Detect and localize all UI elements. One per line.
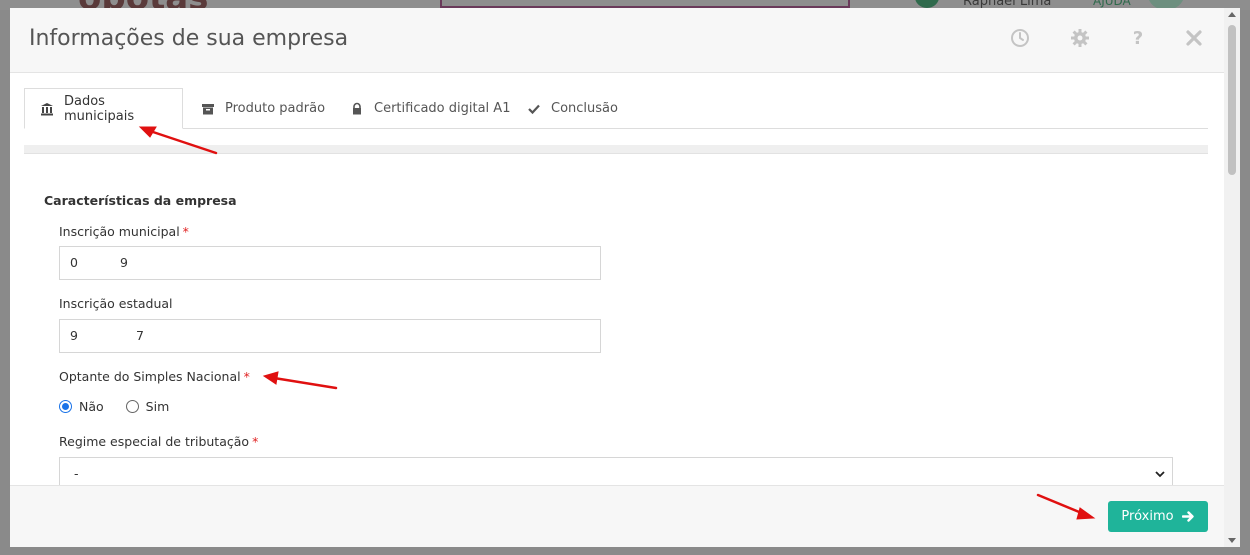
company-info-modal: Informações de sua empresa ? Dados munic…	[10, 8, 1224, 547]
lock-icon	[350, 102, 364, 116]
page-scrollbar[interactable]	[1224, 8, 1240, 547]
inscricao-municipal-label: Inscrição municipal *	[59, 224, 189, 239]
modal-footer: Próximo	[10, 485, 1224, 547]
tab-conclusao[interactable]: Conclusão	[512, 88, 633, 129]
tab-label: Produto padrão	[225, 101, 326, 116]
tab-label: Conclusão	[551, 101, 618, 116]
radio-nao[interactable]	[59, 400, 72, 413]
modal-title: Informações de sua empresa	[29, 26, 349, 51]
user-avatar	[915, 0, 939, 8]
inscricao-estadual-label: Inscrição estadual	[59, 296, 173, 311]
modal-body: Dados municipais Produto padrão Certific…	[10, 74, 1224, 485]
arrow-right-icon	[1181, 511, 1194, 522]
next-button[interactable]: Próximo	[1108, 501, 1208, 532]
tab-label: Dados municipais	[64, 93, 135, 124]
gear-icon[interactable]	[1069, 28, 1091, 50]
close-icon[interactable]	[1183, 28, 1205, 50]
inscricao-estadual-input[interactable]: 97	[59, 319, 601, 353]
check-icon	[527, 102, 541, 116]
tab-produto-padrao[interactable]: Produto padrão	[186, 88, 340, 129]
radio-option-nao[interactable]: Não	[59, 399, 104, 414]
radio-sim[interactable]	[125, 400, 139, 413]
regime-especial-label: Regime especial de tributação *	[59, 434, 259, 449]
wizard-progress-bar	[24, 145, 1208, 154]
selected-option: -	[74, 466, 79, 481]
archive-icon	[201, 102, 215, 116]
scroll-up-arrow[interactable]	[1228, 12, 1236, 17]
city-selector: "ALFARETINHO"	[440, 0, 850, 8]
inscricao-municipal-input[interactable]: 09	[59, 246, 601, 280]
radio-option-sim[interactable]: Sim	[125, 399, 169, 414]
scroll-down-arrow[interactable]	[1228, 538, 1236, 543]
history-icon[interactable]	[1009, 28, 1031, 50]
simples-nacional-radio-group: Não Sim	[59, 399, 191, 414]
help-link: AJUDA	[1093, 0, 1131, 8]
tab-label: Certificado digital A1	[374, 101, 511, 116]
regime-especial-select[interactable]: -	[59, 457, 1173, 485]
question-icon[interactable]: ?	[1127, 28, 1149, 50]
wizard-tabs: Dados municipais Produto padrão Certific…	[24, 88, 1208, 129]
tab-dados-municipais[interactable]: Dados municipais	[24, 88, 183, 129]
required-marker: *	[252, 434, 259, 449]
chevron-down-icon	[1155, 471, 1165, 478]
section-title: Características da empresa	[44, 193, 237, 208]
simples-nacional-label: Optante do Simples Nacional *	[59, 369, 250, 384]
scroll-thumb[interactable]	[1228, 25, 1236, 175]
tab-certificado-digital[interactable]: Certificado digital A1	[335, 88, 525, 129]
required-marker: *	[182, 224, 189, 239]
bank-icon	[40, 102, 54, 116]
required-marker: *	[243, 369, 250, 384]
modal-header: Informações de sua empresa ?	[10, 8, 1224, 73]
